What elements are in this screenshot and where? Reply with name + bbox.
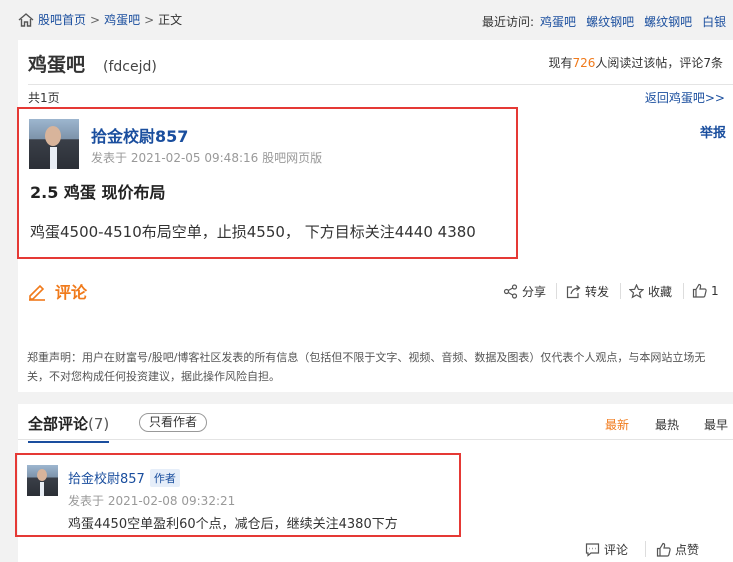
post-author-link[interactable]: 拾金校尉857 bbox=[91, 123, 188, 147]
post-meta: 发表于 2021-02-05 09:48:16 股吧网页版 bbox=[91, 151, 323, 165]
post-body: 鸡蛋4500-4510布局空单，止损4550， 下方目标关注4440 4380 bbox=[30, 223, 476, 241]
home-icon[interactable] bbox=[18, 12, 34, 27]
like-button[interactable]: 1 bbox=[692, 283, 719, 298]
bar-code: (fdcejd) bbox=[103, 59, 157, 75]
recent-visit-link[interactable]: 白银 bbox=[702, 13, 726, 30]
breadcrumb-bar-link[interactable]: 鸡蛋吧 bbox=[104, 11, 140, 28]
tab-all-comments-label: 全部评论 bbox=[28, 415, 89, 433]
recent-visit-link[interactable]: 螺纹钢吧 bbox=[644, 13, 692, 30]
readers-count: 726 bbox=[572, 56, 596, 70]
thumbs-up-icon bbox=[692, 283, 707, 298]
breadcrumb-separator: > bbox=[90, 12, 101, 27]
star-icon bbox=[629, 284, 644, 299]
disclaimer: 郑重声明：用户在财富号/股吧/博客社区发表的所有信息（包括但不限于文字、视频、音… bbox=[27, 351, 706, 383]
sort-hottest[interactable]: 最热 bbox=[655, 416, 679, 433]
recent-visit-link[interactable]: 螺纹钢吧 bbox=[586, 13, 634, 30]
bar-header: 鸡蛋吧 (fdcejd) bbox=[28, 50, 157, 77]
comments-tabs: 全部评论(7) 只看作者 最新 最热 最早 bbox=[18, 404, 733, 443]
comment-avatar[interactable] bbox=[27, 465, 58, 496]
avatar-head-shape bbox=[37, 469, 47, 481]
bar-title[interactable]: 鸡蛋吧 bbox=[28, 50, 85, 77]
favorite-button[interactable]: 收藏 bbox=[629, 283, 672, 300]
pencil-icon bbox=[29, 284, 45, 301]
avatar-head-shape bbox=[45, 126, 61, 146]
breadcrumb-current: 正文 bbox=[158, 13, 183, 27]
post-content: 拾金校尉857 发表于 2021-02-05 09:48:16 股吧网页版 2.… bbox=[17, 107, 518, 259]
comment-heading-label: 评论 bbox=[55, 283, 88, 302]
comment-author: 拾金校尉857 作者 bbox=[68, 468, 180, 487]
top-bar: 股吧首页 > 鸡蛋吧 > 正文 最近访问: 鸡蛋吧 螺纹钢吧 螺纹钢吧 白银 bbox=[0, 0, 733, 38]
thumbs-up-icon bbox=[656, 542, 671, 557]
back-to-bar-link[interactable]: 返回鸡蛋吧>> bbox=[645, 89, 725, 106]
comment-heading[interactable]: 评论 bbox=[27, 279, 87, 303]
avatar-shirt-shape bbox=[50, 147, 57, 169]
share-icon bbox=[503, 284, 518, 299]
avatar-shirt-shape bbox=[40, 482, 44, 496]
comment-icon bbox=[585, 543, 600, 557]
action-divider bbox=[645, 541, 646, 557]
sort-newest[interactable]: 最新 bbox=[605, 416, 629, 433]
page-count: 共1页 bbox=[28, 91, 60, 105]
action-divider bbox=[556, 283, 557, 299]
recent-visits-label: 最近访问: bbox=[482, 15, 535, 29]
action-divider bbox=[620, 283, 621, 299]
repost-label: 转发 bbox=[585, 285, 610, 299]
comment-like-label: 点赞 bbox=[675, 543, 700, 557]
readers-prefix: 现有 bbox=[548, 56, 573, 70]
comment-text: 鸡蛋4450空单盈利60个点，减仓后，继续关注4380下方 bbox=[68, 517, 398, 532]
comment-count: (7) bbox=[88, 415, 110, 433]
share-button[interactable]: 分享 bbox=[503, 283, 546, 300]
repost-icon bbox=[566, 285, 581, 299]
recent-visit-link[interactable]: 鸡蛋吧 bbox=[540, 13, 576, 30]
comment-item: 拾金校尉857 作者 发表于 2021-02-08 09:32:21 鸡蛋445… bbox=[15, 453, 461, 537]
reader-stats: 现有726人阅读过该帖，评论7条 bbox=[548, 54, 723, 71]
readers-suffix: 人阅读过该帖，评论7条 bbox=[595, 56, 723, 70]
report-link[interactable]: 举报 bbox=[700, 122, 726, 141]
tab-all-comments[interactable]: 全部评论(7) bbox=[28, 413, 110, 443]
recent-visits: 最近访问: 鸡蛋吧 螺纹钢吧 螺纹钢吧 白银 bbox=[482, 13, 733, 30]
only-author-button[interactable]: 只看作者 bbox=[139, 413, 208, 432]
comment-like-button[interactable]: 点赞 bbox=[656, 541, 699, 558]
header-divider bbox=[28, 84, 733, 85]
post-title: 2.5 鸡蛋 现价布局 bbox=[30, 183, 166, 202]
like-count: 1 bbox=[711, 283, 719, 298]
favorite-label: 收藏 bbox=[648, 285, 673, 299]
breadcrumb-separator: > bbox=[144, 12, 155, 27]
comment-author-link[interactable]: 拾金校尉857 bbox=[68, 468, 145, 487]
action-divider bbox=[683, 283, 684, 299]
comment-reply-button[interactable]: 评论 bbox=[585, 541, 628, 558]
comment-reply-label: 评论 bbox=[604, 543, 629, 557]
breadcrumb: 股吧首页 > 鸡蛋吧 > 正文 bbox=[18, 11, 182, 28]
avatar[interactable] bbox=[29, 119, 79, 169]
repost-button[interactable]: 转发 bbox=[566, 283, 609, 300]
breadcrumb-home-link[interactable]: 股吧首页 bbox=[38, 11, 86, 28]
share-label: 分享 bbox=[522, 285, 547, 299]
author-badge: 作者 bbox=[149, 468, 180, 487]
comment-meta: 发表于 2021-02-08 09:32:21 bbox=[68, 494, 236, 508]
sort-oldest[interactable]: 最早 bbox=[704, 416, 728, 433]
